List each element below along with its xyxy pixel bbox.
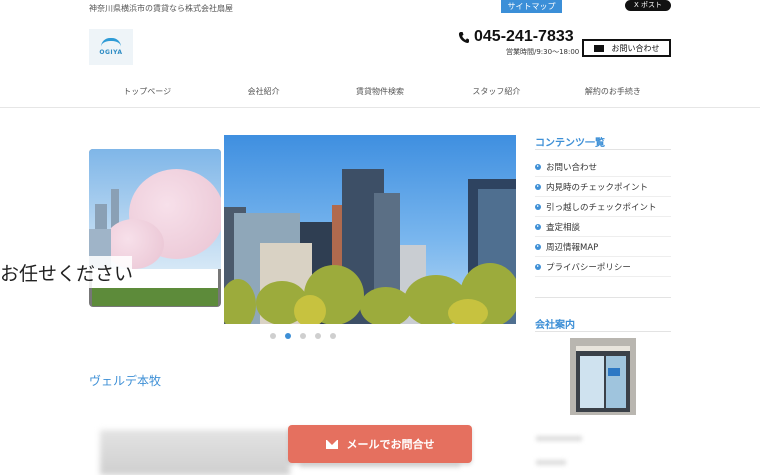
phone-block: 045-241-7833 bbox=[458, 28, 574, 46]
sidebar-item-viewing-checkpoints[interactable]: 内見時のチェックポイント bbox=[535, 177, 671, 197]
arrow-circle-icon bbox=[535, 243, 541, 250]
arrow-circle-icon bbox=[535, 183, 541, 190]
slide-main-image[interactable] bbox=[224, 135, 516, 324]
slider-dots bbox=[270, 333, 336, 339]
arrow-circle-icon bbox=[535, 163, 541, 170]
company-info-text bbox=[536, 436, 582, 441]
mail-inquiry-label: メールでお問合せ bbox=[346, 438, 435, 451]
contact-button-label: お問い合わせ bbox=[611, 43, 660, 53]
sidebar-item-label: 査定相談 bbox=[546, 222, 581, 233]
site-tagline: 神奈川県横浜市の賃貸なら株式会社扇屋 bbox=[89, 4, 233, 13]
sidebar-item-label: お問い合わせ bbox=[546, 162, 598, 173]
slide-grass bbox=[92, 288, 218, 306]
sidebar-item-label: 周辺情報MAP bbox=[546, 242, 599, 253]
contents-list: お問い合わせ 内見時のチェックポイント 引っ越しのチェックポイント 査定相談 周… bbox=[535, 157, 671, 277]
property-title[interactable]: ヴェルデ本牧 bbox=[89, 372, 161, 389]
mail-inquiry-button[interactable]: メールでお問合せ bbox=[288, 425, 472, 463]
company-info-heading: 会社案内 bbox=[535, 320, 575, 331]
phone-number[interactable]: 045-241-7833 bbox=[474, 28, 574, 46]
slider-dot[interactable] bbox=[330, 333, 336, 339]
slider-dot[interactable] bbox=[315, 333, 321, 339]
sidebar-item-privacy[interactable]: プライバシーポリシー bbox=[535, 257, 671, 277]
sidebar-divider bbox=[535, 331, 671, 332]
shop-front-photo bbox=[570, 338, 636, 415]
sidebar-item-moving-checkpoints[interactable]: 引っ越しのチェックポイント bbox=[535, 197, 671, 217]
slider-dot[interactable] bbox=[270, 333, 276, 339]
logo-text: OGIYA bbox=[99, 49, 123, 56]
property-image bbox=[100, 430, 290, 475]
company-info-text bbox=[536, 460, 566, 465]
company-logo[interactable]: OGIYA bbox=[89, 29, 133, 65]
nav-divider bbox=[0, 107, 760, 108]
sidebar-item-label: 引っ越しのチェックポイント bbox=[546, 202, 657, 213]
sidebar-item-appraisal[interactable]: 査定相談 bbox=[535, 217, 671, 237]
nav-item-company[interactable]: 会社紹介 bbox=[205, 82, 321, 102]
contact-button[interactable]: お問い合わせ bbox=[582, 39, 671, 57]
sidebar-item-label: 内見時のチェックポイント bbox=[546, 182, 649, 193]
sidebar-item-contact[interactable]: お問い合わせ bbox=[535, 157, 671, 177]
main-nav: トップページ 会社紹介 賃貸物件検索 スタッフ紹介 解約のお手続き bbox=[89, 82, 671, 102]
sidebar-divider bbox=[535, 149, 671, 150]
sidebar-item-area-map[interactable]: 周辺情報MAP bbox=[535, 237, 671, 257]
sidebar-item-label: プライバシーポリシー bbox=[546, 262, 631, 273]
slider-dot[interactable] bbox=[300, 333, 306, 339]
sidebar-divider bbox=[535, 297, 671, 298]
nav-item-cancel[interactable]: 解約のお手続き bbox=[555, 82, 671, 102]
contents-heading: コンテンツ一覧 bbox=[535, 138, 605, 149]
nav-item-staff[interactable]: スタッフ紹介 bbox=[438, 82, 554, 102]
nav-item-top[interactable]: トップページ bbox=[89, 82, 205, 102]
slide-caption: お任せください bbox=[0, 263, 134, 285]
business-hours: 営業時間/9:30～18:00 bbox=[506, 48, 580, 56]
slider-dot-active[interactable] bbox=[285, 333, 291, 339]
arrow-circle-icon bbox=[535, 263, 541, 270]
city-skyline-illustration bbox=[224, 169, 516, 324]
sitemap-button[interactable]: サイトマップ bbox=[501, 0, 562, 13]
phone-icon bbox=[458, 31, 469, 43]
arrow-circle-icon bbox=[535, 223, 541, 230]
shop-front-illustration bbox=[570, 338, 636, 415]
nav-item-search[interactable]: 賃貸物件検索 bbox=[322, 82, 438, 102]
envelope-icon bbox=[593, 44, 604, 52]
mail-icon bbox=[325, 439, 338, 449]
arrow-circle-icon bbox=[535, 203, 541, 210]
x-post-button[interactable]: X ポスト bbox=[625, 0, 671, 11]
logo-wave-icon bbox=[101, 38, 121, 47]
